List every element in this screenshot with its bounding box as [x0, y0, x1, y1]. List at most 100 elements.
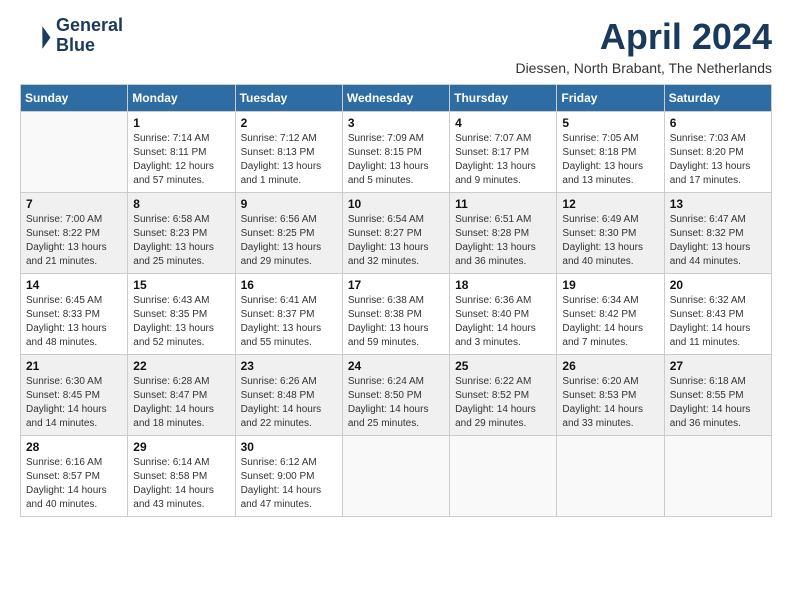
- location: Diessen, North Brabant, The Netherlands: [515, 60, 772, 76]
- day-number: 30: [241, 440, 337, 454]
- calendar-cell: 20 Sunrise: 6:32 AMSunset: 8:43 PMDayligh…: [664, 274, 771, 355]
- day-number: 1: [133, 116, 229, 130]
- day-number: 21: [26, 359, 122, 373]
- calendar-cell: 13 Sunrise: 6:47 AMSunset: 8:32 PMDayligh…: [664, 193, 771, 274]
- day-info: Sunrise: 6:56 AMSunset: 8:25 PMDaylight:…: [241, 213, 337, 269]
- day-number: 9: [241, 197, 337, 211]
- day-number: 5: [562, 116, 658, 130]
- calendar-cell: 17Sunrise: 6:38 AMSunset: 8:38 PMDayligh…: [342, 274, 449, 355]
- day-number: 27: [670, 359, 766, 373]
- day-info: Sunrise: 6:32 AMSunset: 8:43 PMDaylight:…: [670, 294, 766, 350]
- day-info: Sunrise: 6:18 AMSunset: 8:55 PMDaylight:…: [670, 375, 766, 431]
- day-info: Sunrise: 7:00 AMSunset: 8:22 PMDaylight:…: [26, 213, 122, 269]
- day-info: Sunrise: 7:12 AMSunset: 8:13 PMDaylight:…: [241, 132, 337, 188]
- day-info: Sunrise: 6:41 AMSunset: 8:37 PMDaylight:…: [241, 294, 337, 350]
- calendar-cell: 29 Sunrise: 6:14 AMSunset: 8:58 PMDayligh…: [128, 436, 235, 517]
- month-title: April 2024: [515, 16, 772, 58]
- calendar-cell: 23 Sunrise: 6:26 AMSunset: 8:48 PMDayligh…: [235, 355, 342, 436]
- calendar-cell: 2 Sunrise: 7:12 AMSunset: 8:13 PMDaylight…: [235, 112, 342, 193]
- calendar-cell: 18 Sunrise: 6:36 AMSunset: 8:40 PMDayligh…: [450, 274, 557, 355]
- day-number: 8: [133, 197, 229, 211]
- day-info: Sunrise: 6:47 AMSunset: 8:32 PMDaylight:…: [670, 213, 766, 269]
- day-info: Sunrise: 6:43 AMSunset: 8:35 PMDaylight:…: [133, 294, 229, 350]
- weekday-friday: Friday: [557, 85, 664, 112]
- calendar-cell: [342, 436, 449, 517]
- day-number: 3: [348, 116, 444, 130]
- day-number: 26: [562, 359, 658, 373]
- calendar-cell: [450, 436, 557, 517]
- calendar-cell: 15 Sunrise: 6:43 AMSunset: 8:35 PMDayligh…: [128, 274, 235, 355]
- page-header: General Blue April 2024 Diessen, North B…: [20, 16, 772, 76]
- day-info: Sunrise: 6:16 AMSunset: 8:57 PMDaylight:…: [26, 456, 122, 512]
- day-info: Sunrise: 6:24 AMSunset: 8:50 PMDaylight:…: [348, 375, 444, 431]
- day-info: Sunrise: 6:22 AMSunset: 8:52 PMDaylight:…: [455, 375, 551, 431]
- weekday-monday: Monday: [128, 85, 235, 112]
- day-info: Sunrise: 6:12 AMSunset: 9:00 PMDaylight:…: [241, 456, 337, 512]
- day-number: 10: [348, 197, 444, 211]
- week-row-1: 1 Sunrise: 7:14 AMSunset: 8:11 PMDaylight…: [21, 112, 772, 193]
- day-number: 11: [455, 197, 551, 211]
- day-number: 13: [670, 197, 766, 211]
- day-info: Sunrise: 6:34 AMSunset: 8:42 PMDaylight:…: [562, 294, 658, 350]
- calendar-cell: 24Sunrise: 6:24 AMSunset: 8:50 PMDayligh…: [342, 355, 449, 436]
- day-info: Sunrise: 6:28 AMSunset: 8:47 PMDaylight:…: [133, 375, 229, 431]
- calendar-cell: [664, 436, 771, 517]
- day-number: 12: [562, 197, 658, 211]
- day-number: 4: [455, 116, 551, 130]
- day-number: 20: [670, 278, 766, 292]
- day-info: Sunrise: 6:58 AMSunset: 8:23 PMDaylight:…: [133, 213, 229, 269]
- day-number: 17: [348, 278, 444, 292]
- weekday-wednesday: Wednesday: [342, 85, 449, 112]
- day-number: 15: [133, 278, 229, 292]
- day-info: Sunrise: 6:49 AMSunset: 8:30 PMDaylight:…: [562, 213, 658, 269]
- weekday-thursday: Thursday: [450, 85, 557, 112]
- weekday-saturday: Saturday: [664, 85, 771, 112]
- day-info: Sunrise: 6:26 AMSunset: 8:48 PMDaylight:…: [241, 375, 337, 431]
- day-info: Sunrise: 7:14 AMSunset: 8:11 PMDaylight:…: [133, 132, 229, 188]
- day-info: Sunrise: 7:03 AMSunset: 8:20 PMDaylight:…: [670, 132, 766, 188]
- calendar-cell: 28 Sunrise: 6:16 AMSunset: 8:57 PMDayligh…: [21, 436, 128, 517]
- title-area: April 2024 Diessen, North Brabant, The N…: [515, 16, 772, 76]
- week-row-5: 28 Sunrise: 6:16 AMSunset: 8:57 PMDayligh…: [21, 436, 772, 517]
- week-row-3: 14Sunrise: 6:45 AMSunset: 8:33 PMDayligh…: [21, 274, 772, 355]
- calendar-cell: 3 Sunrise: 7:09 AMSunset: 8:15 PMDaylight…: [342, 112, 449, 193]
- weekday-tuesday: Tuesday: [235, 85, 342, 112]
- calendar-cell: 9 Sunrise: 6:56 AMSunset: 8:25 PMDaylight…: [235, 193, 342, 274]
- day-number: 16: [241, 278, 337, 292]
- day-info: Sunrise: 6:54 AMSunset: 8:27 PMDaylight:…: [348, 213, 444, 269]
- day-info: Sunrise: 6:36 AMSunset: 8:40 PMDaylight:…: [455, 294, 551, 350]
- day-number: 23: [241, 359, 337, 373]
- logo: General Blue: [20, 16, 123, 56]
- day-number: 7: [26, 197, 122, 211]
- logo-icon: [20, 20, 52, 52]
- calendar-cell: 19 Sunrise: 6:34 AMSunset: 8:42 PMDayligh…: [557, 274, 664, 355]
- day-number: 6: [670, 116, 766, 130]
- logo-text: General Blue: [56, 16, 123, 56]
- week-row-2: 7 Sunrise: 7:00 AMSunset: 8:22 PMDaylight…: [21, 193, 772, 274]
- day-info: Sunrise: 6:30 AMSunset: 8:45 PMDaylight:…: [26, 375, 122, 431]
- weekday-header-row: SundayMondayTuesdayWednesdayThursdayFrid…: [21, 85, 772, 112]
- day-info: Sunrise: 7:09 AMSunset: 8:15 PMDaylight:…: [348, 132, 444, 188]
- calendar-cell: 4Sunrise: 7:07 AMSunset: 8:17 PMDaylight…: [450, 112, 557, 193]
- day-number: 18: [455, 278, 551, 292]
- calendar-cell: [557, 436, 664, 517]
- calendar: SundayMondayTuesdayWednesdayThursdayFrid…: [20, 84, 772, 517]
- day-number: 2: [241, 116, 337, 130]
- day-number: 28: [26, 440, 122, 454]
- calendar-cell: 1 Sunrise: 7:14 AMSunset: 8:11 PMDaylight…: [128, 112, 235, 193]
- day-number: 25: [455, 359, 551, 373]
- day-info: Sunrise: 6:14 AMSunset: 8:58 PMDaylight:…: [133, 456, 229, 512]
- calendar-cell: 5Sunrise: 7:05 AMSunset: 8:18 PMDaylight…: [557, 112, 664, 193]
- day-number: 19: [562, 278, 658, 292]
- day-info: Sunrise: 6:20 AMSunset: 8:53 PMDaylight:…: [562, 375, 658, 431]
- calendar-cell: 21 Sunrise: 6:30 AMSunset: 8:45 PMDayligh…: [21, 355, 128, 436]
- day-info: Sunrise: 6:51 AMSunset: 8:28 PMDaylight:…: [455, 213, 551, 269]
- calendar-cell: 6 Sunrise: 7:03 AMSunset: 8:20 PMDaylight…: [664, 112, 771, 193]
- calendar-cell: 25 Sunrise: 6:22 AMSunset: 8:52 PMDayligh…: [450, 355, 557, 436]
- day-number: 29: [133, 440, 229, 454]
- calendar-cell: 12 Sunrise: 6:49 AMSunset: 8:30 PMDayligh…: [557, 193, 664, 274]
- calendar-cell: 8 Sunrise: 6:58 AMSunset: 8:23 PMDaylight…: [128, 193, 235, 274]
- calendar-cell: [21, 112, 128, 193]
- calendar-cell: 26 Sunrise: 6:20 AMSunset: 8:53 PMDayligh…: [557, 355, 664, 436]
- day-number: 14: [26, 278, 122, 292]
